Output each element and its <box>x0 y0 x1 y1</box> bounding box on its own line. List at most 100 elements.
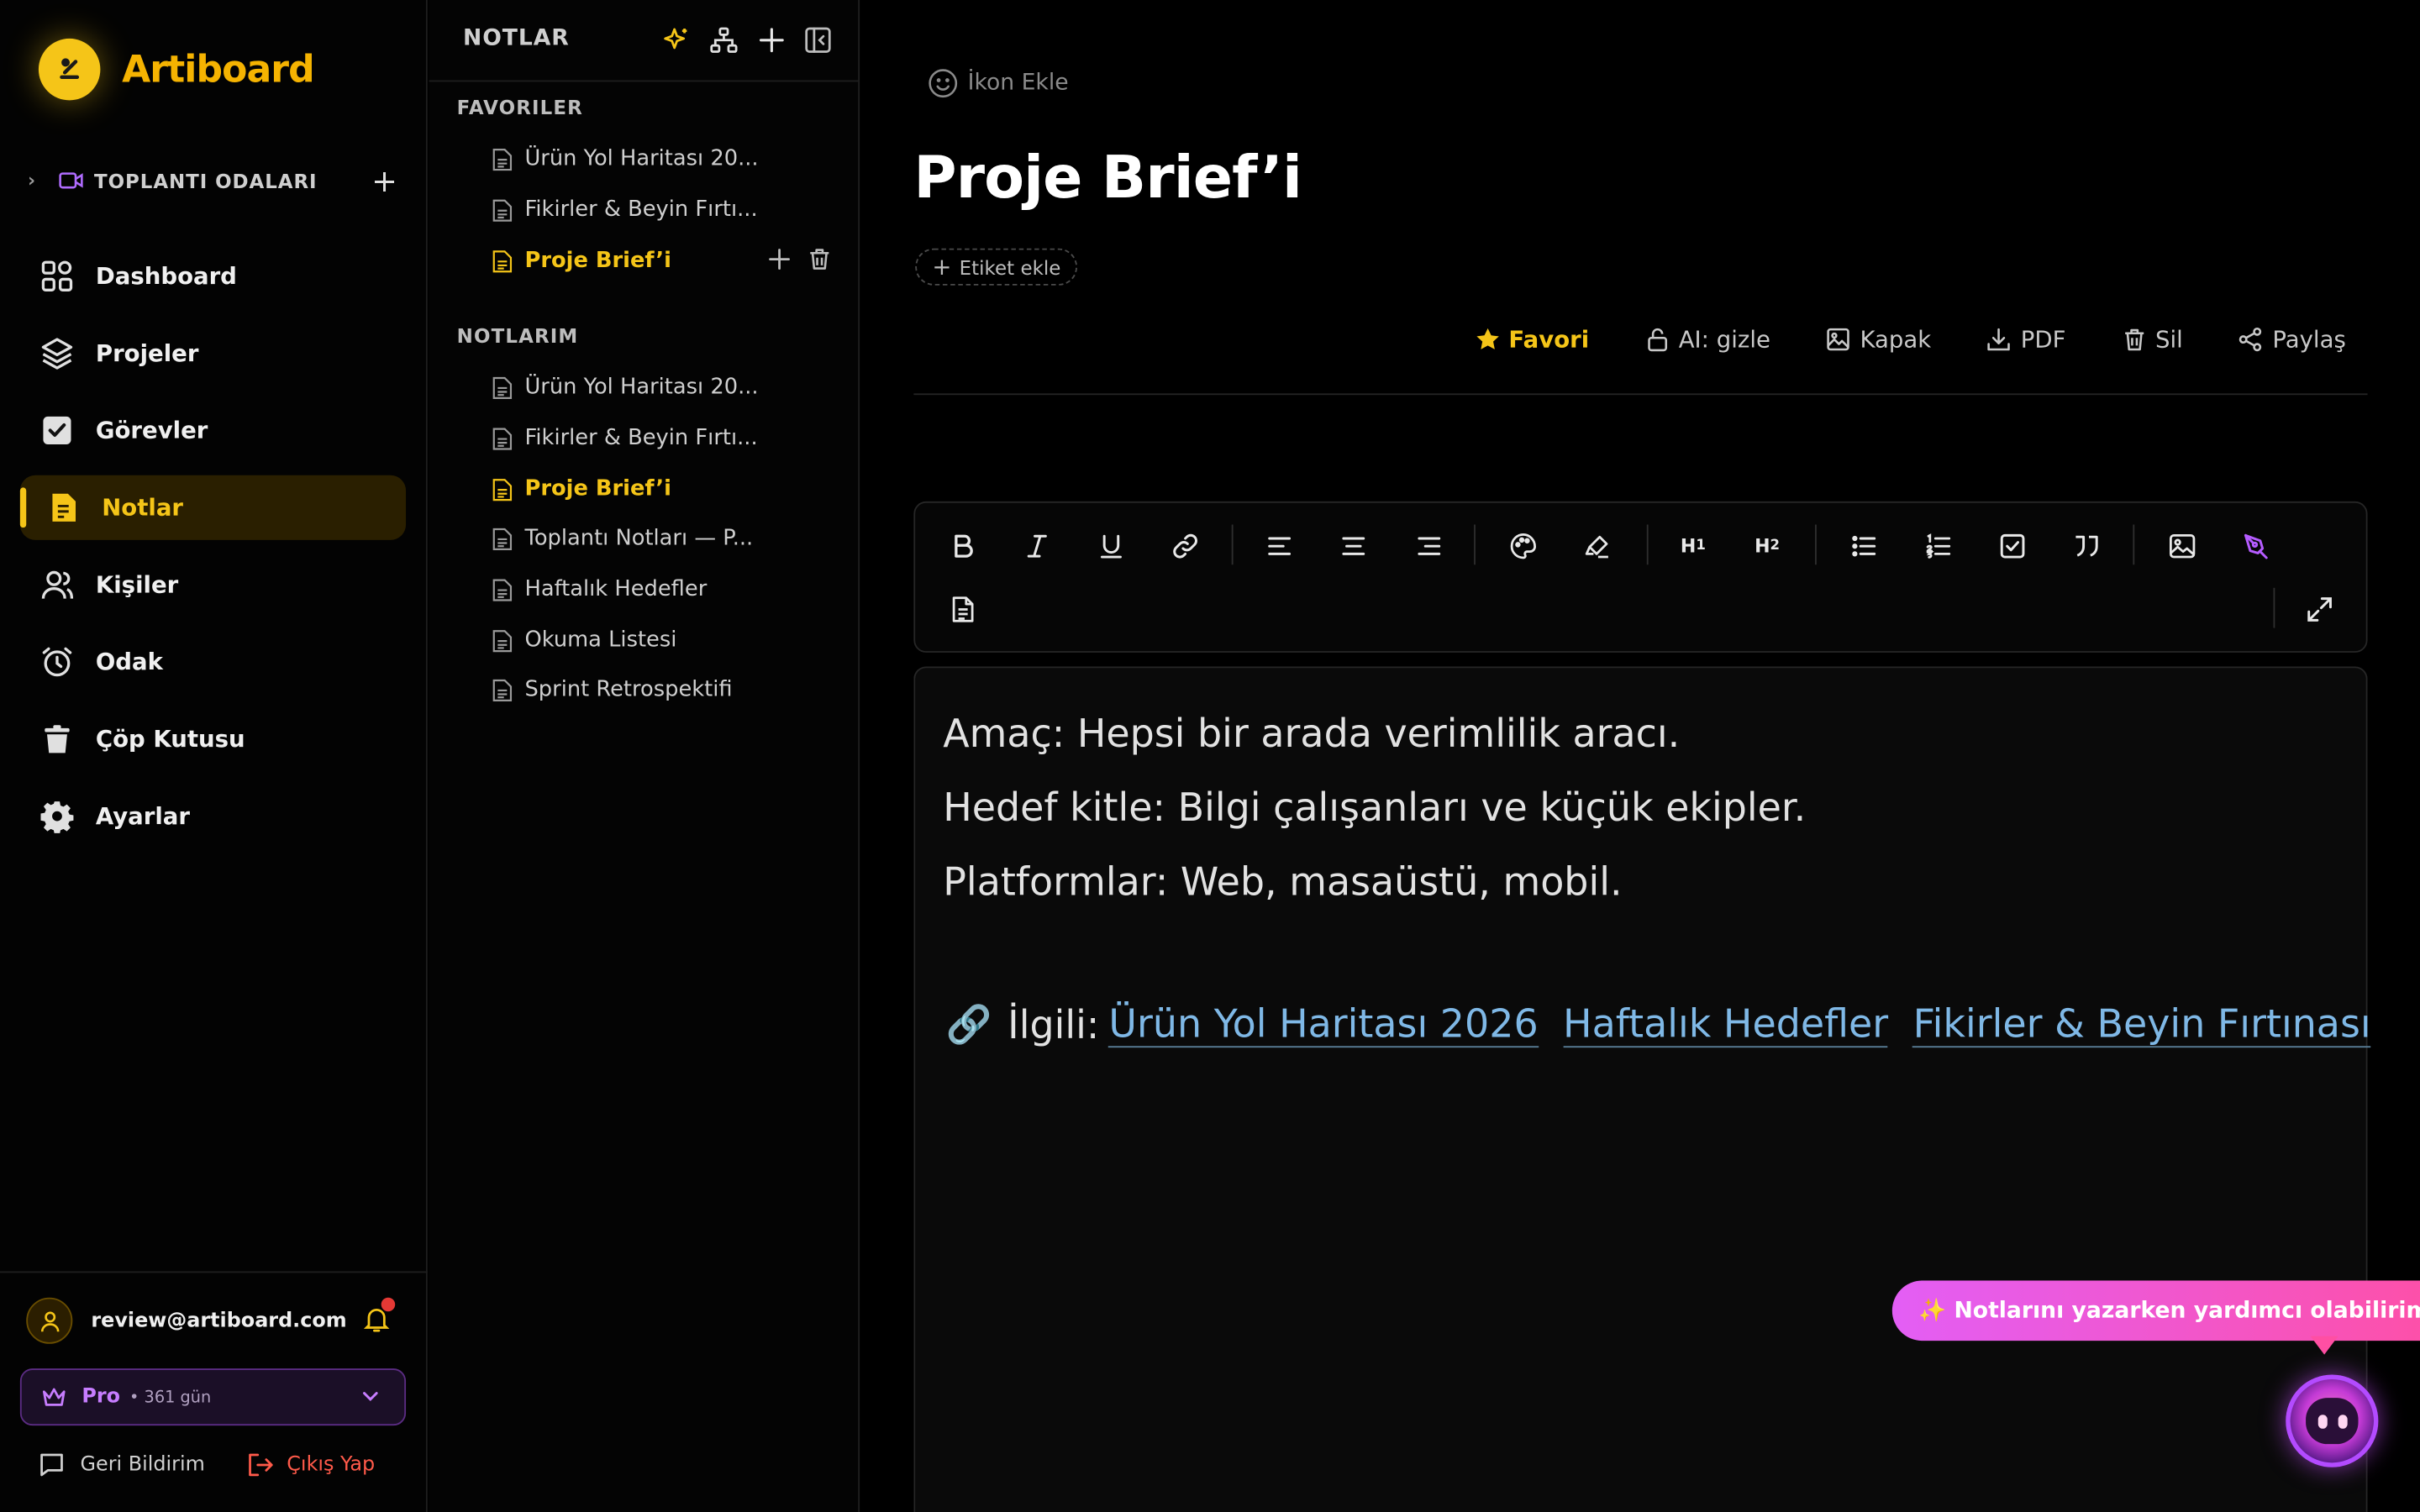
favorite-note-item-active[interactable]: Proje Brief’i <box>492 241 832 281</box>
quote-icon <box>2075 535 2098 557</box>
nav-label: Dashboard <box>95 262 237 291</box>
toolbar-separator <box>2133 524 2135 565</box>
align-left-button[interactable] <box>1261 528 1298 564</box>
italic-button[interactable] <box>1018 528 1055 564</box>
note-item[interactable]: Ürün Yol Haritası 20... <box>492 367 832 407</box>
note-item[interactable]: Okuma Listesi <box>492 620 832 660</box>
align-center-button[interactable] <box>1335 528 1372 564</box>
note-actions <box>767 247 832 271</box>
note-item[interactable]: Haftalık Hedefler <box>492 570 832 610</box>
document-icon <box>492 198 513 221</box>
image-icon <box>2169 533 2196 559</box>
document-icon <box>492 527 513 550</box>
note-title: Toplantı Notları — P... <box>524 526 754 551</box>
related-link[interactable]: Ürün Yol Haritası 2026 <box>1108 1001 1539 1048</box>
alarm-clock-icon <box>42 647 72 677</box>
note-title: Proje Brief’i <box>524 248 671 274</box>
nav-label: Ayarlar <box>95 802 191 831</box>
sparkles-icon[interactable] <box>662 26 690 54</box>
note-title: Fikirler & Beyin Fırtı... <box>524 425 758 451</box>
draw-button[interactable] <box>2238 528 2275 564</box>
highlight-button[interactable] <box>1579 528 1616 564</box>
notes-panel: NOTLAR FAVORILER Ürün Yol Haritası 20...… <box>429 0 860 1512</box>
cover-button[interactable]: Kapak <box>1826 326 1931 354</box>
dashboard-icon <box>41 260 73 291</box>
content-line[interactable]: Platformlar: Web, masaüstü, mobil. <box>943 859 1622 904</box>
related-link[interactable]: Fikirler & Beyin Fırtınası <box>1912 1001 2371 1048</box>
plus-icon[interactable] <box>767 247 792 271</box>
notes-panel-title: NOTLAR <box>463 26 570 51</box>
content-line[interactable]: Hedef kitle: Bilgi çalışanları ve küçük … <box>943 785 1806 830</box>
trash-icon[interactable] <box>808 247 832 271</box>
fullscreen-button[interactable] <box>2302 591 2338 627</box>
heading-2-button[interactable]: H2 <box>1745 528 1788 564</box>
related-notes-line: 🔗 İlgili: Ürün Yol Haritası 2026 Haftalı… <box>946 1001 2386 1048</box>
nav-item-projects[interactable]: Projeler <box>20 321 406 386</box>
assistant-tooltip-tail <box>2310 1336 2338 1355</box>
plus-icon: + <box>932 253 952 281</box>
image-icon <box>1827 328 1849 351</box>
document-icon <box>492 578 513 601</box>
share-icon <box>2239 327 2262 352</box>
video-icon <box>59 172 83 189</box>
delete-button[interactable]: Sil <box>2122 326 2183 354</box>
chevron-down-icon <box>362 1392 378 1401</box>
insert-image-button[interactable] <box>2164 528 2201 564</box>
link-icon <box>1173 533 1197 559</box>
content-line[interactable]: Amaç: Hepsi bir arada verimlilik aracı. <box>943 711 1680 756</box>
plus-icon[interactable] <box>758 26 786 54</box>
link-button[interactable] <box>1167 528 1204 564</box>
related-link[interactable]: Haftalık Hedefler <box>1563 1001 1889 1048</box>
nav-item-dashboard[interactable]: Dashboard <box>20 244 406 308</box>
nav-label: Odak <box>95 648 163 676</box>
note-item[interactable]: Fikirler & Beyin Fırtı... <box>492 418 832 459</box>
nav-item-people[interactable]: Kişiler <box>20 553 406 617</box>
nav-item-trash[interactable]: Çöp Kutusu <box>20 706 406 771</box>
logout-button[interactable]: Çıkış Yap <box>247 1452 375 1478</box>
note-item[interactable]: Toplantı Notları — P... <box>492 518 832 559</box>
note-item-active[interactable]: Proje Brief’i <box>492 469 832 509</box>
nav-item-focus[interactable]: Odak <box>20 629 406 694</box>
add-meeting-room-button[interactable]: + <box>371 162 398 199</box>
document-icon <box>492 678 513 701</box>
assistant-tooltip[interactable]: ✨ Notlarını yazarken yardımcı olabilirim… <box>1891 1280 2420 1341</box>
hierarchy-icon[interactable] <box>710 26 738 54</box>
brand[interactable]: Artiboard <box>38 38 315 101</box>
feedback-button[interactable]: Geri Bildirim <box>39 1452 205 1478</box>
star-icon <box>1476 328 1498 349</box>
share-button[interactable]: Paylaş <box>2238 326 2346 354</box>
text-color-button[interactable] <box>1505 528 1542 564</box>
note-item[interactable]: Sprint Retrospektifi <box>492 669 832 710</box>
favorite-button[interactable]: Favori <box>1475 326 1589 354</box>
nav-item-notes[interactable]: Notlar <box>19 475 407 540</box>
bold-button[interactable] <box>944 528 981 564</box>
editor-content[interactable]: Amaç: Hepsi bir arada verimlilik aracı. … <box>913 666 2371 1512</box>
add-tag-button[interactable]: + Etiket ekle <box>915 248 1078 286</box>
underline-button[interactable] <box>1092 528 1129 564</box>
meeting-rooms-section[interactable]: › TOPLANTI ODALARI + <box>28 162 398 199</box>
plan-selector[interactable]: Pro • 361 gün <box>19 1368 407 1426</box>
favorite-note-item[interactable]: Fikirler & Beyin Fırtı... <box>492 190 832 230</box>
align-right-icon <box>1418 537 1441 555</box>
page-template-button[interactable] <box>944 591 981 627</box>
add-icon-button[interactable]: İkon Ekle <box>928 68 1069 99</box>
nav-item-tasks[interactable]: Görevler <box>20 398 406 463</box>
note-title: Sprint Retrospektifi <box>524 677 733 702</box>
favorite-note-item[interactable]: Ürün Yol Haritası 20... <box>492 139 832 179</box>
pdf-export-button[interactable]: PDF <box>1986 326 2065 354</box>
quote-button[interactable] <box>2068 528 2105 564</box>
user-profile[interactable]: review@artiboard.com <box>26 1297 397 1344</box>
align-right-button[interactable] <box>1411 528 1448 564</box>
numbered-list-button[interactable] <box>1920 528 1957 564</box>
ai-hide-button[interactable]: AI: gizle <box>1644 326 1770 354</box>
collapse-panel-icon[interactable] <box>804 26 832 54</box>
note-icon <box>52 493 76 522</box>
h1-label: H <box>1680 535 1697 558</box>
nav-item-settings[interactable]: Ayarlar <box>20 784 406 848</box>
heading-1-button[interactable]: H1 <box>1671 528 1714 564</box>
bullet-list-button[interactable] <box>1846 528 1883 564</box>
page-title[interactable]: Proje Brief’i <box>913 144 1302 212</box>
underline-icon <box>1100 534 1122 559</box>
assistant-bot-button[interactable] <box>2286 1374 2379 1467</box>
checklist-button[interactable] <box>1994 528 2031 564</box>
